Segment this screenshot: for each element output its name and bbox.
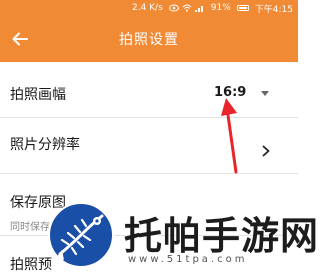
- wifi-icon: [182, 4, 192, 12]
- battery-percent: 91%: [210, 3, 231, 13]
- watermark-title: 托帕手游网: [124, 214, 320, 258]
- red-annotation-arrow: [221, 98, 238, 174]
- arrow-left-icon: [12, 32, 28, 46]
- preview-label: 拍照预: [10, 257, 52, 273]
- aspect-ratio-label: 拍照画幅: [10, 87, 66, 103]
- status-icons: [168, 4, 205, 12]
- resolution-label: 照片分辨率: [10, 137, 80, 153]
- resolution-setting[interactable]: 照片分辨率: [0, 118, 298, 174]
- chevron-right-icon: [262, 145, 270, 157]
- network-speed: 2.4 K/s: [131, 3, 163, 13]
- clock: 下午4:15: [254, 4, 293, 15]
- save-original-description: 同时保存: [10, 222, 50, 233]
- back-button[interactable]: [8, 27, 32, 51]
- status-bar: 2.4 K/s 91% 下午4:15: [0, 0, 298, 16]
- watermark-url: www.51tpa.com: [128, 254, 248, 265]
- app-bar: 拍照设置: [0, 16, 298, 62]
- fish-logo-icon: [56, 214, 104, 260]
- aspect-ratio-setting[interactable]: 拍照画幅 16:9: [0, 66, 298, 118]
- signal-icon: [194, 6, 203, 12]
- eye-icon: [168, 4, 179, 12]
- watermark-logo: [48, 202, 114, 268]
- page-title: 拍照设置: [119, 32, 179, 48]
- battery-icon: [236, 5, 249, 11]
- watermark: 托帕手游网 www.51tpa.com: [48, 202, 318, 275]
- dropdown-caret-icon[interactable]: [261, 91, 269, 96]
